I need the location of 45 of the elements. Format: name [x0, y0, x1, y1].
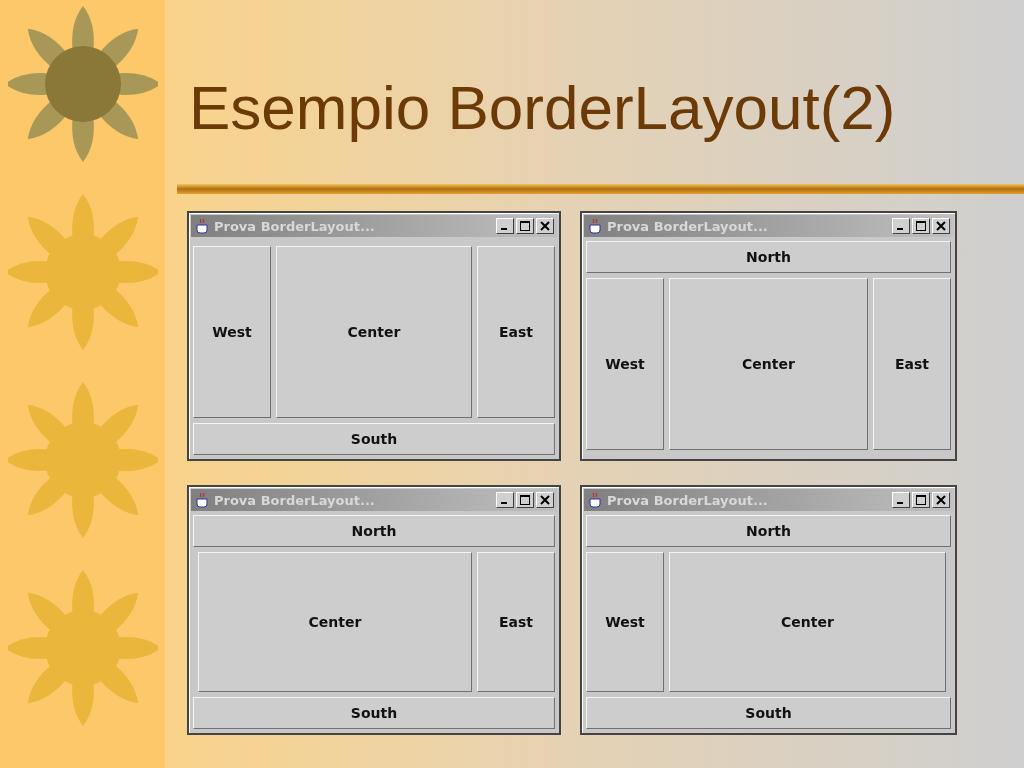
layout-region-button[interactable]: Center [669, 278, 868, 450]
layout-region-button[interactable]: South [193, 423, 555, 455]
layout-region-button[interactable]: North [193, 515, 555, 547]
layout-region-button[interactable]: East [873, 278, 951, 450]
maximize-button[interactable] [912, 218, 930, 234]
close-button[interactable] [932, 492, 950, 508]
layout-region-button[interactable]: South [193, 697, 555, 729]
layout-region-button[interactable]: South [586, 697, 951, 729]
close-icon [540, 221, 550, 231]
maximize-button[interactable] [912, 492, 930, 508]
layout-region-button[interactable]: West [586, 552, 664, 692]
layout-region-button[interactable]: North [586, 241, 951, 273]
sun-icon [7, 380, 158, 540]
sun-ornament-icon [7, 4, 158, 164]
maximize-button[interactable] [516, 218, 534, 234]
sun-icon [7, 568, 158, 728]
maximize-icon [520, 221, 530, 231]
close-icon [936, 221, 946, 231]
layout-region-button[interactable]: West [193, 246, 271, 418]
window-title: Prova BorderLayout... [607, 218, 769, 234]
slide-title: Esempio BorderLayout(2) [188, 72, 897, 144]
sun-icon [7, 192, 158, 352]
minimize-button[interactable] [496, 218, 514, 234]
maximize-icon [916, 221, 926, 231]
close-button[interactable] [932, 218, 950, 234]
minimize-button[interactable] [496, 492, 514, 508]
layout-region-button[interactable]: Center [669, 552, 946, 692]
layout-region-button[interactable]: Center [276, 246, 472, 418]
close-button[interactable] [536, 492, 554, 508]
minimize-button[interactable] [892, 218, 910, 234]
maximize-icon [520, 495, 530, 505]
layout-region-button[interactable]: Center [198, 552, 472, 692]
close-icon [540, 495, 550, 505]
maximize-button[interactable] [516, 492, 534, 508]
maximize-icon [916, 495, 926, 505]
window-title: Prova BorderLayout... [214, 218, 376, 234]
layout-region-button[interactable]: East [477, 552, 555, 692]
close-icon [936, 495, 946, 505]
layout-region-button[interactable]: West [586, 278, 664, 450]
window-title: Prova BorderLayout... [214, 492, 376, 508]
minimize-button[interactable] [892, 492, 910, 508]
layout-region-button[interactable]: North [586, 515, 951, 547]
close-button[interactable] [536, 218, 554, 234]
layout-region-button[interactable]: East [477, 246, 555, 418]
window-title: Prova BorderLayout... [607, 492, 769, 508]
